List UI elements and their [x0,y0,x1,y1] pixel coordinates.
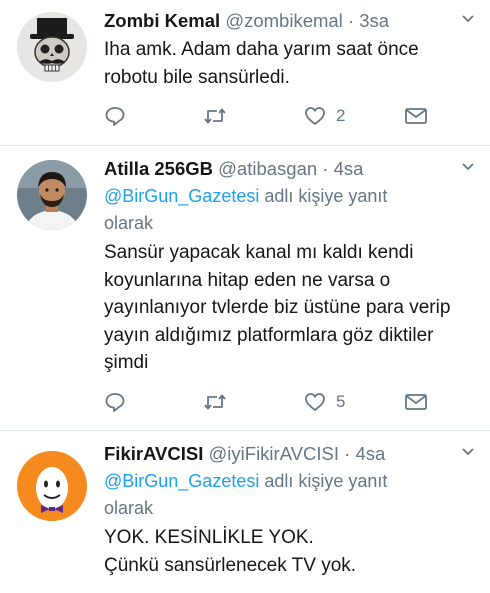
like-icon [305,107,325,125]
direct-message-icon [405,394,427,410]
tweet-text-line: Iha amk. Adam daha yarım saat önce [104,39,419,60]
timestamp[interactable]: 4sa [334,158,364,179]
tweet-text-line: şimdi [104,352,149,373]
timestamp[interactable]: 3sa [359,10,389,31]
tweet-header: Zombi Kemal @zombikemal · 3sa [104,9,476,33]
avatar-zombi-kemal[interactable] [17,12,87,82]
user-handle[interactable]: @atibasgan [218,158,317,179]
caret-down-icon[interactable] [460,10,476,26]
like-button[interactable]: 2 [304,103,345,129]
separator-dot: · [347,10,355,31]
tweet-actions: 5 [104,389,434,415]
direct-message-button[interactable] [404,103,428,129]
tweet-text-line: yayınlanıyor tvlerde biz üstüne para ver… [104,297,451,318]
tweet-actions: 2 [104,103,434,129]
direct-message-icon [405,108,427,124]
reply-context: @BirGun_Gazetesi adlı kişiye yanıt olara… [104,468,476,522]
retweet-icon [204,394,226,410]
like-count: 5 [336,392,346,411]
tweet-3[interactable]: FikirAVCISI @iyiFikirAVCISI · 4sa @BirGu… [0,431,490,593]
tweet-text-line: koyunlarına hitap eden ne varsa o [104,269,391,291]
timestamp[interactable]: 4sa [355,443,385,464]
user-handle[interactable]: @zombikemal [225,10,342,31]
direct-message-button[interactable] [404,389,428,415]
tweet-text-line: Çünkü sansürlenecek TV yok. [104,554,357,576]
retweet-icon [204,108,226,124]
display-name[interactable]: Atilla 256GB [104,158,213,179]
tweet-text: Iha amk. Adam daha yarım saat önce robot… [104,36,476,91]
retweet-button[interactable] [202,103,228,129]
tweet-header: FikirAVCISI @iyiFikirAVCISI · 4sa [104,442,476,466]
like-button[interactable]: 5 [304,389,345,415]
separator-dot: · [322,158,329,179]
tweet-text-line: Sansür yapacak kanal mı kaldı kendi [104,242,414,263]
mention-link[interactable]: @BirGun_Gazetesi [104,471,259,491]
tweet-text: YOK. KESİNLİKLE YOK. Çünkü sansürlenecek… [104,524,476,579]
tweet-text-line: YOK. KESİNLİKLE YOK. [104,527,314,548]
reply-icon [105,107,125,126]
mention-link[interactable]: @BirGun_Gazetesi [104,186,259,206]
tweet-text-line: yayın aldığımız platformlara göz diktile… [104,324,434,346]
reply-context-text: olarak [104,213,154,233]
tweet-2[interactable]: Atilla 256GB @atibasgan · 4sa @BirGun_Ga… [0,146,490,430]
reply-icon [105,393,125,412]
reply-context-text: adlı kişiye yanıt [259,471,388,491]
display-name[interactable]: Zombi Kemal [104,10,220,31]
reply-context-text: adlı kişiye yanıt [259,186,388,206]
like-icon [305,393,325,411]
tweet-1[interactable]: Zombi Kemal @zombikemal · 3sa Iha amk. A… [0,0,490,145]
caret-down-icon[interactable] [460,158,476,174]
avatar-fikiravcisi[interactable] [17,451,87,521]
retweet-button[interactable] [202,389,228,415]
like-count: 2 [336,106,346,125]
display-name[interactable]: FikirAVCISI [104,443,203,464]
reply-context-text: olarak [104,498,154,518]
user-handle[interactable]: @iyiFikirAVCISI [209,443,339,464]
reply-button[interactable] [104,389,126,415]
caret-down-icon[interactable] [460,443,476,459]
tweet-text: Sansür yapacak kanal mı kaldı kendi koyu… [104,239,476,377]
tweet-text-line: robotu bile sansürledi. [104,66,290,88]
separator-dot: · [344,443,351,464]
reply-button[interactable] [104,103,126,129]
tweet-header: Atilla 256GB @atibasgan · 4sa [104,157,476,181]
avatar-atilla-256gb[interactable] [17,160,87,230]
reply-context: @BirGun_Gazetesi adlı kişiye yanıt olara… [104,183,476,237]
